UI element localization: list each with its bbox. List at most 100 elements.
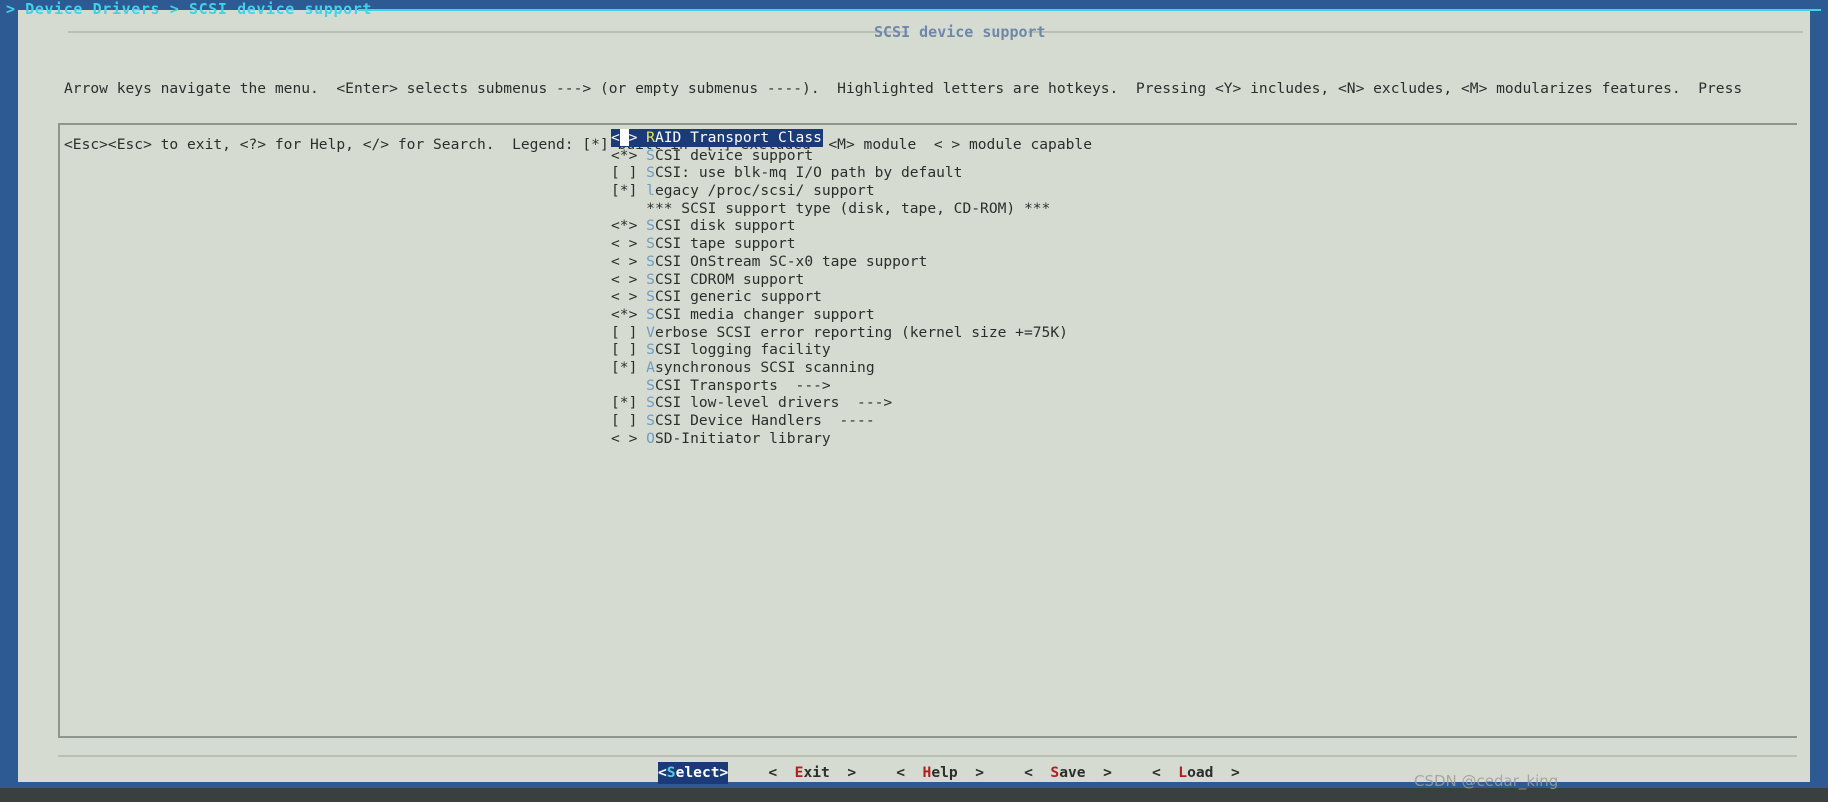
menu-item[interactable]: <*> SCSI media changer support: [611, 306, 875, 324]
menu-item-label: CSI device support: [654, 146, 814, 164]
menu-item-hotkey: S: [646, 288, 655, 306]
breadcrumb: > Device Drivers > SCSI device support: [6, 0, 372, 18]
menu-item-hotkey: S: [646, 412, 655, 429]
menuconfig-screen: > Device Drivers > SCSI device support S…: [0, 0, 1828, 802]
menu-list: < > RAID Transport Class <*> SCSI device …: [611, 129, 1741, 447]
button-label: elp >: [931, 764, 985, 781]
menu-item-state: [ ]: [611, 323, 647, 341]
menu-item-label: CSI low-level drivers --->: [654, 394, 893, 412]
menu-item-label: CSI tape support: [654, 235, 796, 253]
menu-item[interactable]: *** SCSI support type (disk, tape, CD-RO…: [611, 200, 1050, 218]
menu-item-state: [ ]: [611, 164, 647, 182]
menu-box-border-left: [58, 123, 60, 738]
menu-item-label: CSI generic support: [654, 288, 822, 306]
menu-item-state: <*>: [611, 305, 647, 323]
menu-item-state: [*]: [611, 394, 647, 412]
menu-item-hotkey: O: [646, 429, 655, 447]
menu-item[interactable]: SCSI Transports --->: [611, 377, 831, 395]
menu-item-state: < >: [611, 252, 647, 270]
button-prefix: <: [1024, 764, 1051, 781]
button-prefix: <: [896, 764, 923, 781]
menu-item-hotkey: S: [646, 376, 655, 394]
menu-item[interactable]: [ ] SCSI logging facility: [611, 341, 831, 359]
menu-item-label: CSI Device Handlers ----: [654, 412, 875, 429]
help-line-1: Arrow keys navigate the menu. <Enter> se…: [64, 80, 1743, 98]
menu-item-state: < >: [611, 429, 647, 447]
menu-item-hotkey: S: [646, 217, 655, 235]
save-button[interactable]: < Save >: [1024, 762, 1112, 784]
menu-item-label: AID Transport Class: [654, 129, 822, 146]
menu-item-label: synchronous SCSI scanning: [654, 358, 875, 376]
menu-box-border-top: [58, 123, 1797, 125]
menu-item-label: CSI logging facility: [654, 341, 831, 359]
menu-box-border-bottom: [58, 736, 1797, 738]
button-bar: <Select> < Exit > < Help > < Save > < Load >: [658, 762, 1240, 784]
dialog-rule-right: [1028, 31, 1803, 33]
menu-item-state: [*]: [611, 182, 647, 200]
menu-item[interactable]: [*] legacy /proc/scsi/ support: [611, 182, 875, 200]
menu-item[interactable]: [*] Asynchronous SCSI scanning: [611, 359, 875, 377]
menu-item-state: < >: [611, 288, 647, 306]
menu-item[interactable]: [ ] SCSI Device Handlers ----: [611, 412, 875, 430]
menu-item-label: CSI CDROM support: [654, 270, 805, 288]
menu-item-hotkey: A: [646, 358, 655, 376]
menu-item-state: [*]: [611, 358, 647, 376]
menu-item[interactable]: < > SCSI generic support: [611, 288, 822, 306]
menu-item[interactable]: <*> SCSI disk support: [611, 217, 796, 235]
menu-item[interactable]: < > SCSI tape support: [611, 235, 796, 253]
menu-item-hotkey: S: [646, 341, 655, 359]
menu-item[interactable]: [ ] Verbose SCSI error reporting (kernel…: [611, 324, 1068, 342]
dialog-rule-left: [68, 31, 908, 33]
menu-item-state-close: >: [628, 129, 647, 146]
menu-item-hotkey: R: [646, 129, 655, 146]
button-label: elect>: [675, 764, 729, 781]
menu-item-hotkey: S: [646, 394, 655, 412]
menu-item-label: CSI OnStream SC-x0 tape support: [654, 252, 928, 270]
button-prefix: <: [1151, 764, 1179, 781]
menu-cursor: [619, 129, 629, 146]
menu-item-state: <*>: [611, 217, 647, 235]
help-button[interactable]: < Help >: [896, 762, 984, 784]
menu-item-state: <*>: [611, 146, 647, 164]
button-prefix: <: [768, 764, 795, 781]
button-hotkey: L: [1178, 764, 1188, 781]
menu-item-state: [ ]: [611, 412, 647, 429]
menu-item-label: *** SCSI support type (disk, tape, CD-RO…: [646, 199, 1051, 217]
menu-item[interactable]: < > SCSI CDROM support: [611, 271, 804, 289]
menu-item-label: SD-Initiator library: [654, 429, 831, 447]
button-bar-rule-top: [58, 755, 1797, 757]
menu-item-hotkey: S: [646, 235, 655, 253]
menu-item-state: < >: [611, 235, 647, 253]
menu-item-state: [611, 377, 646, 394]
menu-item[interactable]: [*] SCSI low-level drivers --->: [611, 394, 892, 412]
breadcrumb-rule: [358, 9, 1821, 11]
menu-box: < > RAID Transport Class <*> SCSI device …: [58, 123, 1797, 738]
menu-item-label: CSI media changer support: [654, 305, 875, 323]
button-label: oad >: [1187, 764, 1240, 781]
menu-item[interactable]: < > SCSI OnStream SC-x0 tape support: [611, 253, 927, 271]
menu-item-state-open: <: [611, 129, 620, 146]
menu-item-label: erbose SCSI error reporting (kernel size…: [654, 323, 1068, 341]
dialog-title: SCSI device support: [874, 23, 1046, 41]
button-hotkey: S: [1050, 764, 1060, 781]
menu-item-hotkey: S: [646, 146, 655, 164]
menu-item-hotkey: S: [646, 270, 655, 288]
menu-item-label: CSI: use blk-mq I/O path by default: [654, 164, 963, 182]
exit-button[interactable]: < Exit >: [768, 762, 856, 784]
menu-item-hotkey: l: [646, 182, 655, 200]
menu-item[interactable]: <*> SCSI device support: [611, 147, 813, 165]
button-label: xit >: [803, 764, 857, 781]
menu-item-hotkey: S: [646, 305, 655, 323]
terminal-bottom-strip: [0, 788, 1828, 802]
menu-item-state: < >: [611, 270, 647, 288]
menu-item-state: [ ]: [611, 341, 647, 359]
load-button[interactable]: < Load >: [1152, 762, 1240, 784]
menu-item-hotkey: S: [646, 252, 655, 270]
menu-item[interactable]: < > OSD-Initiator library: [611, 430, 831, 448]
menu-item-hotkey: S: [646, 164, 655, 182]
button-label: ave >: [1059, 764, 1112, 781]
select-button[interactable]: <Select>: [658, 762, 729, 784]
menu-item[interactable]: < > RAID Transport Class: [611, 129, 823, 147]
button-hotkey: S: [666, 764, 676, 781]
menu-item[interactable]: [ ] SCSI: use blk-mq I/O path by default: [611, 164, 962, 182]
